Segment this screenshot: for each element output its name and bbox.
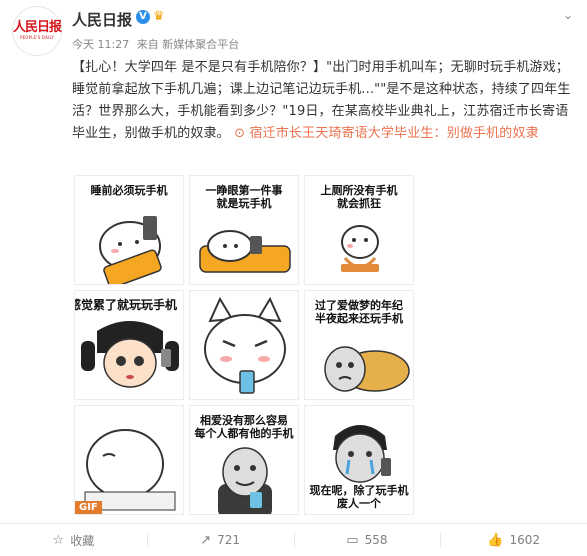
username-link[interactable]: 人民日报	[72, 9, 132, 30]
comment-button[interactable]: ▭ 558	[293, 524, 441, 556]
image-thumb-7[interactable]: GIF	[74, 405, 184, 515]
image-thumb-4[interactable]: 感觉累了就玩玩手机	[74, 290, 184, 400]
action-bar: ☆ 收藏 ↗ 721 ▭ 558 👍 1602	[0, 524, 587, 556]
image-caption: 一睁眼第一件事 就是玩手机	[205, 184, 283, 210]
image-caption: 相爱没有那么容易 每个人都有他的手机	[194, 414, 294, 440]
cat-phone-illustration	[204, 296, 286, 394]
repost-count: 721	[217, 533, 241, 547]
image-caption: 过了爱做梦的年纪 半夜起来还玩手机	[315, 299, 403, 325]
image-caption: 上厕所没有手机 就会抓狂	[320, 184, 398, 210]
avatar-logo-sub: PEOPLE'S DAILY	[19, 35, 55, 40]
thumbs-up-icon: 👍	[487, 532, 504, 548]
image-thumb-8[interactable]: 相爱没有那么容易 每个人都有他的手机	[189, 405, 299, 515]
topic-link[interactable]: ⊙ 宿迁市长王天琦寄语大学毕业生：别做手机的奴隶	[234, 126, 539, 141]
post-source[interactable]: 来自 新媒体聚合平台	[137, 38, 240, 51]
favorite-label: 收藏	[70, 533, 95, 548]
star-icon: ☆	[52, 532, 65, 548]
image-thumb-3[interactable]: 上厕所没有手机 就会抓狂	[304, 175, 414, 285]
chevron-down-icon[interactable]: ⌄	[563, 8, 573, 22]
repost-icon: ↗	[200, 532, 212, 548]
comment-count: 558	[364, 533, 388, 547]
image-grid: 睡前必须玩手机 一睁眼第一件事 就是玩手机 上厕所没有手机 就会抓狂 感觉累了就…	[74, 175, 416, 515]
repost-button[interactable]: ↗ 721	[146, 524, 294, 556]
comment-icon: ▭	[346, 532, 359, 548]
image-thumb-1[interactable]: 睡前必须玩手机	[74, 175, 184, 285]
image-caption: 现在呢，除了玩手机 废人一个	[309, 484, 409, 510]
post-meta: 今天 11:27 来自 新媒体聚合平台	[72, 36, 243, 52]
image-thumb-2[interactable]: 一睁眼第一件事 就是玩手机	[189, 175, 299, 285]
post-text: 【扎心！大学四年 是不是只有手机陪你？】"出门时用手机叫车；无聊时玩手机游戏；睡…	[72, 57, 577, 145]
image-thumb-9[interactable]: 现在呢，除了玩手机 废人一个	[304, 405, 414, 515]
image-thumb-5[interactable]	[189, 290, 299, 400]
like-button[interactable]: 👍 1602	[440, 524, 587, 556]
favorite-button[interactable]: ☆ 收藏	[0, 524, 147, 556]
crown-icon: ♛	[153, 9, 165, 24]
gif-badge: GIF	[75, 501, 102, 514]
image-thumb-6[interactable]: 过了爱做梦的年纪 半夜起来还玩手机	[304, 290, 414, 400]
post-time[interactable]: 今天 11:27	[72, 38, 129, 51]
verified-icon: V	[136, 10, 150, 24]
avatar[interactable]: 人民日报 PEOPLE'S DAILY	[12, 6, 62, 56]
like-count: 1602	[509, 533, 540, 547]
topic-link-text[interactable]: 宿迁市长王天琦寄语大学毕业生：别做手机的奴隶	[249, 126, 538, 141]
sleeping-blob-illustration	[84, 429, 176, 511]
avatar-logo-text: 人民日报	[13, 20, 62, 35]
image-caption: 感觉累了就玩玩手机	[74, 298, 178, 312]
image-caption: 睡前必须玩手机	[90, 184, 168, 197]
